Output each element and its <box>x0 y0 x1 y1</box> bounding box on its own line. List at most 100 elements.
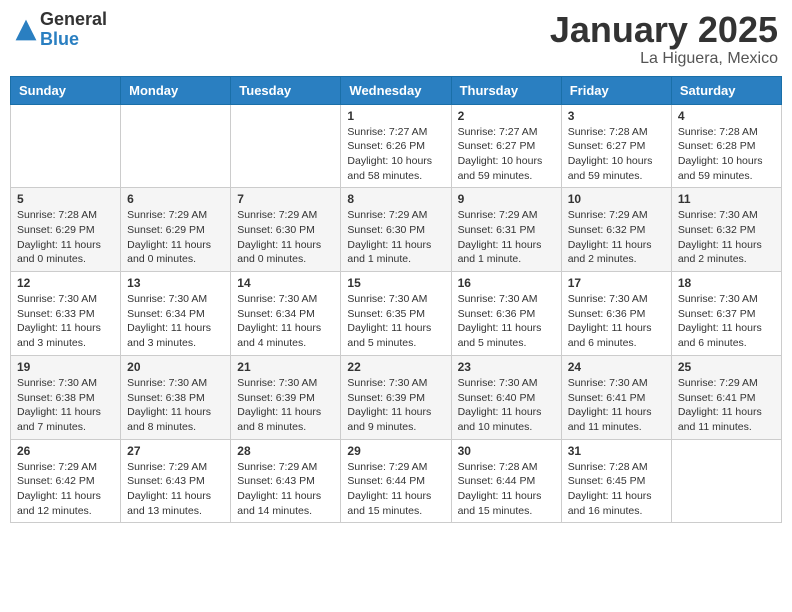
day-number: 18 <box>678 276 775 290</box>
calendar-week-row: 1 Sunrise: 7:27 AM Sunset: 6:26 PM Daylig… <box>11 104 782 188</box>
calendar-day-cell: 18Sunrise: 7:30 AM Sunset: 6:37 PM Dayli… <box>671 272 781 356</box>
calendar-week-row: 5 Sunrise: 7:28 AM Sunset: 6:29 PM Daylig… <box>11 188 782 272</box>
day-number: 24 <box>568 360 665 374</box>
day-info: Sunrise: 7:28 AM Sunset: 6:45 PM Dayligh… <box>568 460 665 519</box>
calendar-day-cell: 6 Sunrise: 7:29 AM Sunset: 6:29 PM Daylig… <box>121 188 231 272</box>
day-number: 23 <box>458 360 555 374</box>
calendar-day-cell: 25 Sunrise: 7:29 AM Sunset: 6:41 PM Dayli… <box>671 355 781 439</box>
day-number: 21 <box>237 360 334 374</box>
calendar-day-cell: 13Sunrise: 7:30 AM Sunset: 6:34 PM Dayli… <box>121 272 231 356</box>
day-info: Sunrise: 7:29 AM Sunset: 6:44 PM Dayligh… <box>347 460 444 519</box>
page-header: General Blue January 2025 La Higuera, Me… <box>10 10 782 68</box>
day-number: 20 <box>127 360 224 374</box>
day-info: Sunrise: 7:29 AM Sunset: 6:29 PM Dayligh… <box>127 208 224 267</box>
calendar-day-cell: 11Sunrise: 7:30 AM Sunset: 6:32 PM Dayli… <box>671 188 781 272</box>
day-number: 17 <box>568 276 665 290</box>
day-info: Sunrise: 7:30 AM Sunset: 6:39 PM Dayligh… <box>347 376 444 435</box>
day-info: Sunrise: 7:27 AM Sunset: 6:26 PM Dayligh… <box>347 125 444 184</box>
calendar-day-cell: 22 Sunrise: 7:30 AM Sunset: 6:39 PM Dayli… <box>341 355 451 439</box>
day-info: Sunrise: 7:30 AM Sunset: 6:34 PM Dayligh… <box>127 292 224 351</box>
day-info: Sunrise: 7:27 AM Sunset: 6:27 PM Dayligh… <box>458 125 555 184</box>
calendar-day-cell: 8 Sunrise: 7:29 AM Sunset: 6:30 PM Daylig… <box>341 188 451 272</box>
day-info: Sunrise: 7:30 AM Sunset: 6:36 PM Dayligh… <box>458 292 555 351</box>
day-number: 10 <box>568 192 665 206</box>
calendar-day-cell: 2 Sunrise: 7:27 AM Sunset: 6:27 PM Daylig… <box>451 104 561 188</box>
day-number: 14 <box>237 276 334 290</box>
calendar-day-cell: 7 Sunrise: 7:29 AM Sunset: 6:30 PM Daylig… <box>231 188 341 272</box>
calendar-day-cell: 3 Sunrise: 7:28 AM Sunset: 6:27 PM Daylig… <box>561 104 671 188</box>
calendar-day-cell: 12Sunrise: 7:30 AM Sunset: 6:33 PM Dayli… <box>11 272 121 356</box>
day-info: Sunrise: 7:30 AM Sunset: 6:39 PM Dayligh… <box>237 376 334 435</box>
month-title: January 2025 <box>550 10 778 50</box>
day-info: Sunrise: 7:29 AM Sunset: 6:31 PM Dayligh… <box>458 208 555 267</box>
day-number: 16 <box>458 276 555 290</box>
calendar-day-cell: 16 Sunrise: 7:30 AM Sunset: 6:36 PM Dayli… <box>451 272 561 356</box>
calendar-day-cell <box>671 439 781 523</box>
day-number: 6 <box>127 192 224 206</box>
logo-icon <box>14 18 38 42</box>
calendar-day-cell <box>11 104 121 188</box>
calendar-week-row: 19 Sunrise: 7:30 AM Sunset: 6:38 PM Dayli… <box>11 355 782 439</box>
day-number: 5 <box>17 192 114 206</box>
day-info: Sunrise: 7:29 AM Sunset: 6:42 PM Dayligh… <box>17 460 114 519</box>
calendar-day-cell: 1 Sunrise: 7:27 AM Sunset: 6:26 PM Daylig… <box>341 104 451 188</box>
day-number: 15 <box>347 276 444 290</box>
day-number: 1 <box>347 109 444 123</box>
day-info: Sunrise: 7:30 AM Sunset: 6:38 PM Dayligh… <box>17 376 114 435</box>
day-number: 3 <box>568 109 665 123</box>
calendar-day-cell: 17 Sunrise: 7:30 AM Sunset: 6:36 PM Dayli… <box>561 272 671 356</box>
day-number: 27 <box>127 444 224 458</box>
calendar-day-cell: 5 Sunrise: 7:28 AM Sunset: 6:29 PM Daylig… <box>11 188 121 272</box>
day-info: Sunrise: 7:29 AM Sunset: 6:30 PM Dayligh… <box>237 208 334 267</box>
day-number: 30 <box>458 444 555 458</box>
day-number: 31 <box>568 444 665 458</box>
day-info: Sunrise: 7:30 AM Sunset: 6:34 PM Dayligh… <box>237 292 334 351</box>
day-number: 2 <box>458 109 555 123</box>
day-number: 22 <box>347 360 444 374</box>
day-of-week-header: Wednesday <box>341 76 451 104</box>
calendar-day-cell: 20 Sunrise: 7:30 AM Sunset: 6:38 PM Dayli… <box>121 355 231 439</box>
day-number: 8 <box>347 192 444 206</box>
day-number: 26 <box>17 444 114 458</box>
calendar-week-row: 26 Sunrise: 7:29 AM Sunset: 6:42 PM Dayli… <box>11 439 782 523</box>
day-of-week-header: Saturday <box>671 76 781 104</box>
location-subtitle: La Higuera, Mexico <box>550 50 778 68</box>
logo: General Blue <box>14 10 107 50</box>
calendar-header-row: SundayMondayTuesdayWednesdayThursdayFrid… <box>11 76 782 104</box>
calendar-week-row: 12Sunrise: 7:30 AM Sunset: 6:33 PM Dayli… <box>11 272 782 356</box>
calendar-day-cell: 26 Sunrise: 7:29 AM Sunset: 6:42 PM Dayli… <box>11 439 121 523</box>
day-info: Sunrise: 7:28 AM Sunset: 6:28 PM Dayligh… <box>678 125 775 184</box>
calendar-day-cell: 30Sunrise: 7:28 AM Sunset: 6:44 PM Dayli… <box>451 439 561 523</box>
calendar-day-cell: 27 Sunrise: 7:29 AM Sunset: 6:43 PM Dayli… <box>121 439 231 523</box>
day-number: 29 <box>347 444 444 458</box>
day-number: 9 <box>458 192 555 206</box>
calendar-day-cell: 23Sunrise: 7:30 AM Sunset: 6:40 PM Dayli… <box>451 355 561 439</box>
calendar-day-cell: 31 Sunrise: 7:28 AM Sunset: 6:45 PM Dayli… <box>561 439 671 523</box>
day-number: 25 <box>678 360 775 374</box>
day-number: 19 <box>17 360 114 374</box>
calendar-day-cell: 10Sunrise: 7:29 AM Sunset: 6:32 PM Dayli… <box>561 188 671 272</box>
day-info: Sunrise: 7:29 AM Sunset: 6:30 PM Dayligh… <box>347 208 444 267</box>
calendar-day-cell: 4Sunrise: 7:28 AM Sunset: 6:28 PM Daylig… <box>671 104 781 188</box>
calendar-day-cell: 19 Sunrise: 7:30 AM Sunset: 6:38 PM Dayli… <box>11 355 121 439</box>
logo-text: General Blue <box>40 10 107 50</box>
day-info: Sunrise: 7:28 AM Sunset: 6:29 PM Dayligh… <box>17 208 114 267</box>
title-block: January 2025 La Higuera, Mexico <box>550 10 778 68</box>
calendar-day-cell: 29 Sunrise: 7:29 AM Sunset: 6:44 PM Dayli… <box>341 439 451 523</box>
day-info: Sunrise: 7:29 AM Sunset: 6:41 PM Dayligh… <box>678 376 775 435</box>
logo-general: General <box>40 10 107 30</box>
day-number: 12 <box>17 276 114 290</box>
calendar-day-cell: 15 Sunrise: 7:30 AM Sunset: 6:35 PM Dayli… <box>341 272 451 356</box>
day-info: Sunrise: 7:30 AM Sunset: 6:38 PM Dayligh… <box>127 376 224 435</box>
day-info: Sunrise: 7:30 AM Sunset: 6:35 PM Dayligh… <box>347 292 444 351</box>
calendar-day-cell: 9 Sunrise: 7:29 AM Sunset: 6:31 PM Daylig… <box>451 188 561 272</box>
calendar-day-cell: 24Sunrise: 7:30 AM Sunset: 6:41 PM Dayli… <box>561 355 671 439</box>
day-info: Sunrise: 7:29 AM Sunset: 6:43 PM Dayligh… <box>127 460 224 519</box>
day-info: Sunrise: 7:28 AM Sunset: 6:27 PM Dayligh… <box>568 125 665 184</box>
calendar-day-cell: 21 Sunrise: 7:30 AM Sunset: 6:39 PM Dayli… <box>231 355 341 439</box>
day-of-week-header: Friday <box>561 76 671 104</box>
day-number: 7 <box>237 192 334 206</box>
calendar-day-cell: 28Sunrise: 7:29 AM Sunset: 6:43 PM Dayli… <box>231 439 341 523</box>
day-info: Sunrise: 7:30 AM Sunset: 6:36 PM Dayligh… <box>568 292 665 351</box>
calendar-day-cell <box>121 104 231 188</box>
